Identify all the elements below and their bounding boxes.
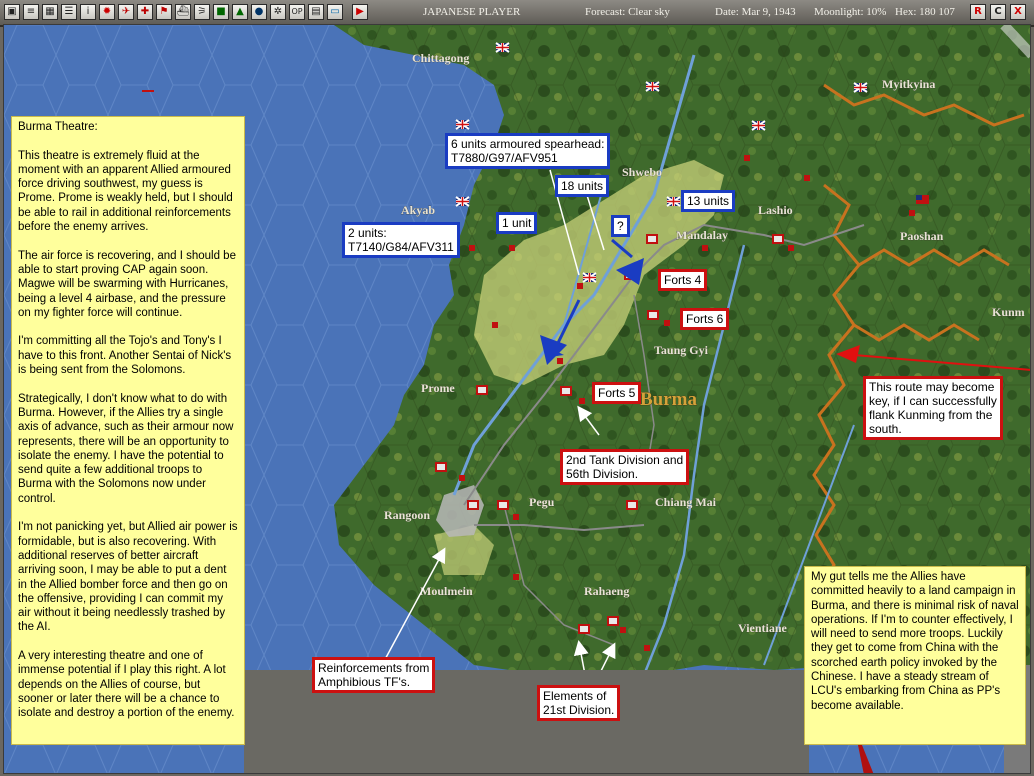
date-label: Date: Mar 9, 1943 bbox=[715, 6, 796, 18]
town-chiang-mai: Chiang Mai bbox=[655, 495, 717, 509]
town-akyab: Akyab bbox=[401, 203, 435, 217]
label-forts-4[interactable]: Forts 4 bbox=[658, 269, 708, 291]
report-icon[interactable]: ≡ bbox=[23, 4, 39, 20]
label-kunming-route[interactable]: This route may become key, if I can succ… bbox=[863, 376, 1003, 440]
label-forts-5[interactable]: Forts 5 bbox=[592, 382, 642, 404]
region-label-burma: Burma bbox=[640, 389, 698, 410]
flag-icon[interactable]: ⚑ bbox=[156, 4, 172, 20]
town-moulmein: Moulmein bbox=[420, 584, 473, 598]
town-paoshan: Paoshan bbox=[900, 229, 944, 243]
ship-icon[interactable]: ⛴ bbox=[175, 4, 191, 20]
town-rahaeng: Rahaeng bbox=[584, 584, 629, 598]
op-icon[interactable]: OP bbox=[289, 4, 305, 20]
town-shwebo: Shwebo bbox=[622, 165, 662, 179]
player-label: JAPANESE PLAYER bbox=[423, 6, 521, 18]
supply-icon[interactable]: ■ bbox=[213, 4, 229, 20]
town-vientiane: Vientiane bbox=[738, 621, 788, 635]
china-flag-icon bbox=[916, 195, 929, 204]
label-question[interactable]: ? bbox=[611, 215, 630, 237]
town-rangoon: Rangoon bbox=[384, 508, 430, 522]
base-icon[interactable]: ▲ bbox=[232, 4, 248, 20]
info-icon[interactable]: i bbox=[80, 4, 96, 20]
label-eighteen-units[interactable]: 18 units bbox=[555, 175, 610, 197]
list-icon[interactable]: ☰ bbox=[61, 4, 77, 20]
town-kunming: Kunm bbox=[992, 305, 1025, 319]
play-icon[interactable]: ▶ bbox=[352, 4, 368, 20]
town-lashio: Lashio bbox=[758, 203, 793, 217]
burma-theatre-note: Burma Theatre: This theatre is extremely… bbox=[11, 116, 245, 745]
label-spearhead[interactable]: 6 units armoured spearhead: T7880/G97/AF… bbox=[445, 133, 611, 169]
label-two-units[interactable]: 2 units: T7140/G84/AFV311 bbox=[342, 222, 460, 258]
screen-icon[interactable]: ▭ bbox=[327, 4, 343, 20]
moonlight-label: Moonlight: 10% bbox=[814, 6, 887, 18]
aircraft-icon[interactable]: ✈ bbox=[118, 4, 134, 20]
label-thirteen-units[interactable]: 13 units bbox=[681, 190, 736, 212]
label-21st-division[interactable]: Elements of 21st Division. bbox=[537, 685, 621, 721]
hex-label: Hex: 180 107 bbox=[895, 6, 955, 18]
town-myitkyina: Myitkyina bbox=[882, 77, 935, 91]
chart-icon[interactable]: ⚞ bbox=[194, 4, 210, 20]
menu-icon[interactable]: ▣ bbox=[4, 4, 20, 20]
gut-feeling-note: My gut tells me the Allies have committe… bbox=[804, 566, 1026, 745]
town-prome: Prome bbox=[421, 381, 455, 395]
label-reinforcements[interactable]: Reinforcements from Amphibious TF's. bbox=[312, 657, 436, 693]
settings-icon[interactable]: ✲ bbox=[270, 4, 286, 20]
torpedo-icon[interactable]: ✚ bbox=[137, 4, 153, 20]
town-taung-gyi: Taung Gyi bbox=[654, 343, 709, 357]
label-tank-division[interactable]: 2nd Tank Division and 56th Division. bbox=[560, 449, 690, 485]
toolbar: ▣ ≡ ▦ ☰ i ✹ ✈ ✚ ⚑ ⛴ ⚞ ■ ▲ ● ✲ OP ▤ ▭ ▶ J… bbox=[0, 0, 1034, 27]
label-one-unit[interactable]: 1 unit bbox=[496, 212, 538, 234]
grid-icon[interactable]: ▤ bbox=[308, 4, 324, 20]
town-chittagong: Chittagong bbox=[412, 51, 469, 65]
forecast-label: Forecast: Clear sky bbox=[585, 6, 670, 18]
close-button[interactable]: X bbox=[1010, 4, 1026, 20]
r-button[interactable]: R bbox=[970, 4, 986, 20]
map-view[interactable]: Chittagong Myitkyina Shwebo Akyab Lashio… bbox=[3, 24, 1031, 774]
group-icon[interactable]: ▦ bbox=[42, 4, 58, 20]
c-button[interactable]: C bbox=[990, 4, 1006, 20]
label-forts-6[interactable]: Forts 6 bbox=[680, 308, 730, 330]
japan-flag-icon[interactable]: ✹ bbox=[99, 4, 115, 20]
town-pegu: Pegu bbox=[529, 495, 555, 509]
globe-icon[interactable]: ● bbox=[251, 4, 267, 20]
town-mandalay: Mandalay bbox=[676, 228, 728, 242]
